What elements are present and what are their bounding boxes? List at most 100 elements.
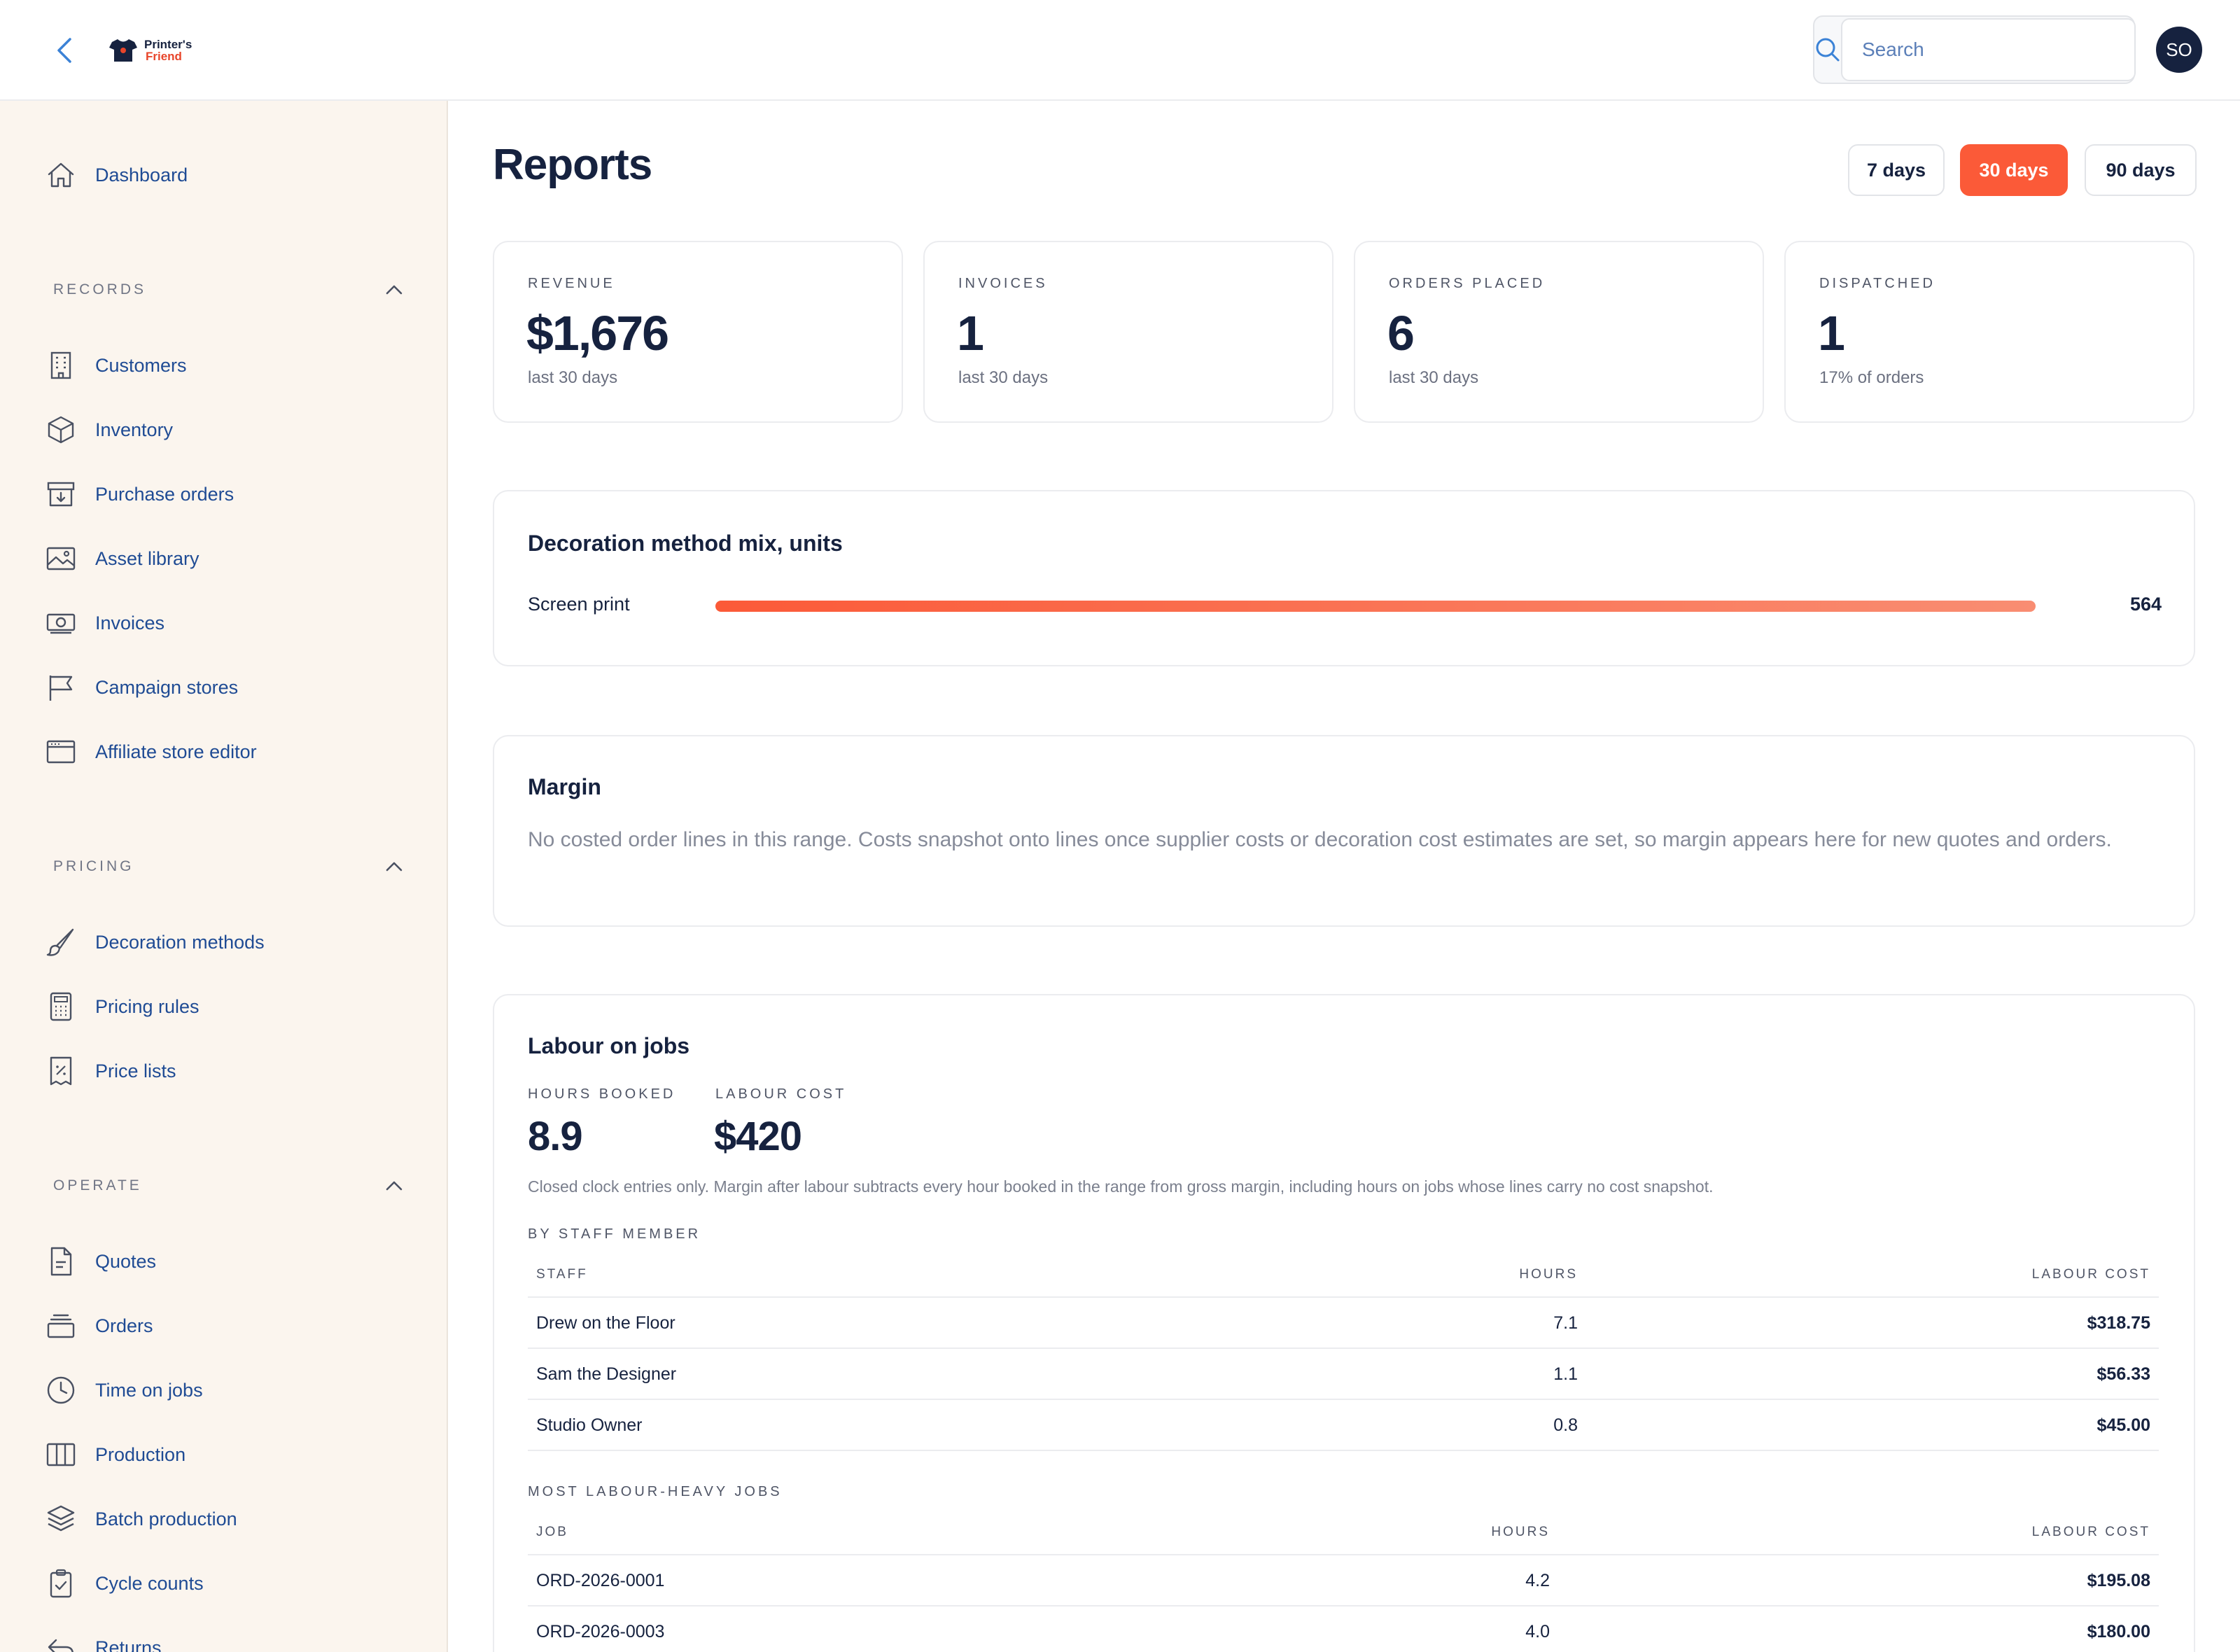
sidebar-item-inventory[interactable]: Inventory	[45, 409, 173, 451]
bar-track	[715, 601, 2036, 612]
sidebar-item-returns[interactable]: Returns	[45, 1627, 162, 1652]
stat-label: DISPATCHED	[1819, 276, 1935, 291]
cube-icon	[48, 416, 74, 444]
labour-card: Labour on jobs HOURS BOOKED 8.9 LABOUR C…	[493, 994, 2195, 1652]
sidebar-item-label: Batch production	[95, 1508, 237, 1530]
back-button[interactable]	[49, 32, 80, 69]
search-input[interactable]	[1841, 18, 2136, 81]
margin-card: Margin No costed order lines in this ran…	[493, 735, 2195, 927]
labour-cost-label: LABOUR COST	[715, 1086, 847, 1102]
return-arrow-icon	[48, 1639, 74, 1652]
staff-name: Studio Owner	[536, 1415, 643, 1435]
table-row: Drew on the Floor 7.1 $318.75	[528, 1298, 2159, 1349]
sidebar-item-label: Quotes	[95, 1250, 157, 1272]
table-header: JOB HOURS LABOUR COST	[528, 1509, 2159, 1555]
job-id[interactable]: ORD-2026-0001	[536, 1571, 664, 1591]
table-row: Studio Owner 0.8 $45.00	[528, 1400, 2159, 1451]
sidebar-item-pricing-rules[interactable]: Pricing rules	[45, 986, 200, 1028]
staff-table: STAFF HOURS LABOUR COST Drew on the Floo…	[528, 1252, 2159, 1451]
job-id[interactable]: ORD-2026-0003	[536, 1622, 664, 1642]
user-avatar[interactable]: SO	[2156, 27, 2202, 73]
sidebar-item-label: Cycle counts	[95, 1572, 204, 1594]
bar-fill	[715, 601, 2036, 612]
sidebar-item-affiliate-store-editor[interactable]: Affiliate store editor	[45, 731, 257, 773]
search-icon[interactable]	[1814, 17, 1841, 83]
card-title: Margin	[528, 774, 601, 799]
range-button-90-days[interactable]: 90 days	[2085, 144, 2197, 196]
table-row[interactable]: ORD-2026-0001 4.2 $195.08	[528, 1555, 2159, 1606]
sidebar-item-asset-library[interactable]: Asset library	[45, 538, 200, 580]
browser-window-icon	[46, 740, 76, 764]
clock-icon	[47, 1376, 75, 1404]
receipt-percent-icon	[50, 1056, 72, 1086]
tshirt-icon	[109, 39, 137, 62]
sidebar-item-production[interactable]: Production	[45, 1434, 186, 1476]
sidebar-item-batch-production[interactable]: Batch production	[45, 1498, 237, 1540]
heavy-jobs-table: JOB HOURS LABOUR COST ORD-2026-0001 4.2 …	[528, 1509, 2159, 1652]
sidebar-item-label: Inventory	[95, 419, 174, 440]
section-toggle-pricing[interactable]: PRICING	[53, 853, 403, 881]
stat-subtitle: 17% of orders	[1819, 368, 1924, 387]
job-hours: 4.2	[1525, 1571, 1550, 1590]
building-icon	[50, 351, 71, 379]
bar-label: Screen print	[528, 594, 630, 615]
sidebar-item-price-lists[interactable]: Price lists	[45, 1050, 176, 1092]
range-button-7-days[interactable]: 7 days	[1848, 144, 1945, 196]
sidebar-item-time-on-jobs[interactable]: Time on jobs	[45, 1369, 203, 1411]
logo-text-line2: Friend	[146, 50, 182, 63]
staff-labour-cost: $56.33	[2096, 1364, 2150, 1384]
stat-card-dispatched: DISPATCHED 1 17% of orders	[1784, 241, 2194, 423]
sidebar-item-customers[interactable]: Customers	[45, 344, 187, 386]
archive-download-icon	[47, 482, 75, 507]
section-toggle-records[interactable]: RECORDS	[53, 276, 403, 304]
job-hours: 4.0	[1525, 1622, 1550, 1642]
top-bar: Printer's Friend SO	[0, 0, 2240, 101]
staff-hours: 1.1	[1553, 1364, 1578, 1384]
card-title: Labour on jobs	[528, 1033, 690, 1058]
sidebar-item-purchase-orders[interactable]: Purchase orders	[45, 473, 234, 515]
stat-label: INVOICES	[958, 276, 1048, 291]
column-header: HOURS	[1491, 1525, 1550, 1539]
sidebar-item-orders[interactable]: Orders	[45, 1305, 153, 1347]
table-row[interactable]: ORD-2026-0003 4.0 $180.00	[528, 1606, 2159, 1652]
section-toggle-operate[interactable]: OPERATE	[53, 1172, 403, 1200]
sidebar-item-label: Campaign stores	[95, 676, 239, 698]
table-row: Sam the Designer 1.1 $56.33	[528, 1349, 2159, 1400]
stat-value: 1	[957, 306, 984, 360]
margin-empty-text: No costed order lines in this range. Cos…	[528, 828, 2112, 851]
sidebar-item-campaign-stores[interactable]: Campaign stores	[45, 666, 238, 708]
staff-name: Sam the Designer	[536, 1364, 677, 1384]
sidebar-item-decoration-methods[interactable]: Decoration methods	[45, 921, 265, 963]
stat-card-invoices: INVOICES 1 last 30 days	[923, 241, 1334, 423]
hours-booked-label: HOURS BOOKED	[528, 1086, 676, 1102]
home-icon	[48, 162, 74, 188]
sidebar: Dashboard RECORDS Customers Inventory Pu…	[0, 101, 448, 1652]
sidebar-item-label: Price lists	[95, 1060, 176, 1082]
column-header: LABOUR COST	[2031, 1525, 2150, 1539]
labour-cost-value: $420	[714, 1114, 802, 1159]
sidebar-item-cycle-counts[interactable]: Cycle counts	[45, 1562, 204, 1604]
sidebar-item-invoices[interactable]: Invoices	[45, 602, 164, 644]
hours-booked-value: 8.9	[528, 1114, 583, 1159]
layers-icon	[47, 1505, 75, 1532]
paintbrush-icon	[46, 928, 74, 956]
heavy-jobs-heading: MOST LABOUR-HEAVY JOBS	[528, 1484, 783, 1499]
stat-label: REVENUE	[528, 276, 615, 291]
stat-label: ORDERS PLACED	[1389, 276, 1546, 291]
stat-card-revenue: REVENUE $1,676 last 30 days	[493, 241, 903, 423]
sidebar-item-label: Customers	[95, 354, 187, 376]
staff-hours: 7.1	[1553, 1313, 1578, 1333]
sidebar-item-label: Decoration methods	[95, 931, 265, 953]
staff-labour-cost: $45.00	[2096, 1415, 2150, 1435]
job-labour-cost: $180.00	[2087, 1622, 2150, 1642]
job-labour-cost: $195.08	[2087, 1571, 2150, 1590]
labour-note: Closed clock entries only. Margin after …	[528, 1177, 1714, 1196]
range-button-30-days[interactable]: 30 days	[1960, 144, 2068, 196]
app-logo[interactable]: Printer's Friend	[109, 35, 192, 66]
stat-value: 6	[1387, 306, 1415, 360]
image-icon	[46, 547, 76, 570]
sidebar-item-dashboard[interactable]: Dashboard	[45, 154, 188, 196]
sidebar-item-quotes[interactable]: Quotes	[45, 1240, 156, 1282]
staff-name: Drew on the Floor	[536, 1313, 676, 1333]
stat-value: $1,676	[526, 306, 669, 360]
